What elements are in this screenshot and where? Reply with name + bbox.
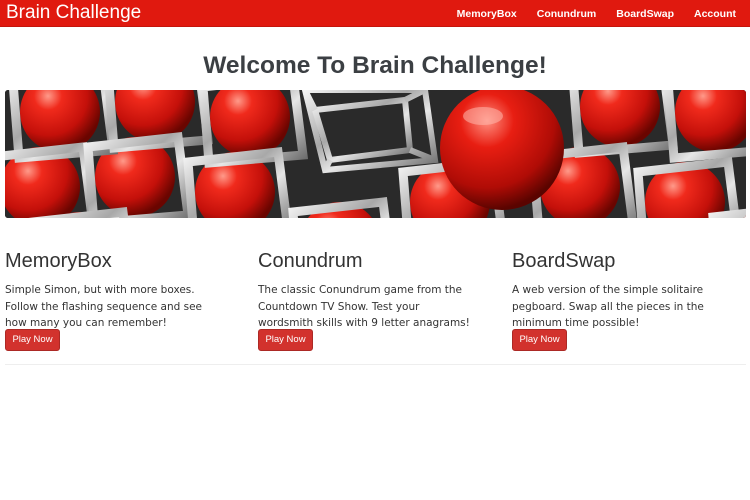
hero-illustration [5,90,746,218]
play-now-button-boardswap[interactable]: Play Now [512,329,567,351]
game-card-memorybox: MemoryBox Simple Simon, but with more bo… [5,250,235,332]
game-description: The classic Conundrum game from the Coun… [258,284,470,329]
divider [5,364,746,365]
play-now-button-conundrum[interactable]: Play Now [258,329,313,351]
game-title: Conundrum [258,250,363,272]
nav-link-boardswap[interactable]: BoardSwap [616,8,674,20]
nav-link-conundrum[interactable]: Conundrum [537,8,597,20]
game-description: A web version of the simple solitaire pe… [512,284,704,329]
nav-link-memorybox[interactable]: MemoryBox [457,8,517,20]
page-title: Welcome To Brain Challenge! [203,52,547,79]
nav-link-account[interactable]: Account [694,8,736,20]
game-card-conundrum: Conundrum The classic Conundrum game fro… [258,250,488,332]
navbar: Brain Challenge MemoryBox Conundrum Boar… [0,0,750,27]
nav-links: MemoryBox Conundrum BoardSwap Account [437,0,736,27]
game-description: Simple Simon, but with more boxes. Follo… [5,284,203,329]
brand-link[interactable]: Brain Challenge [6,1,141,25]
play-now-button-memorybox[interactable]: Play Now [5,329,60,351]
hero-image [5,90,746,218]
game-title: BoardSwap [512,250,616,272]
game-card-boardswap: BoardSwap A web version of the simple so… [512,250,742,332]
game-title: MemoryBox [5,250,112,272]
